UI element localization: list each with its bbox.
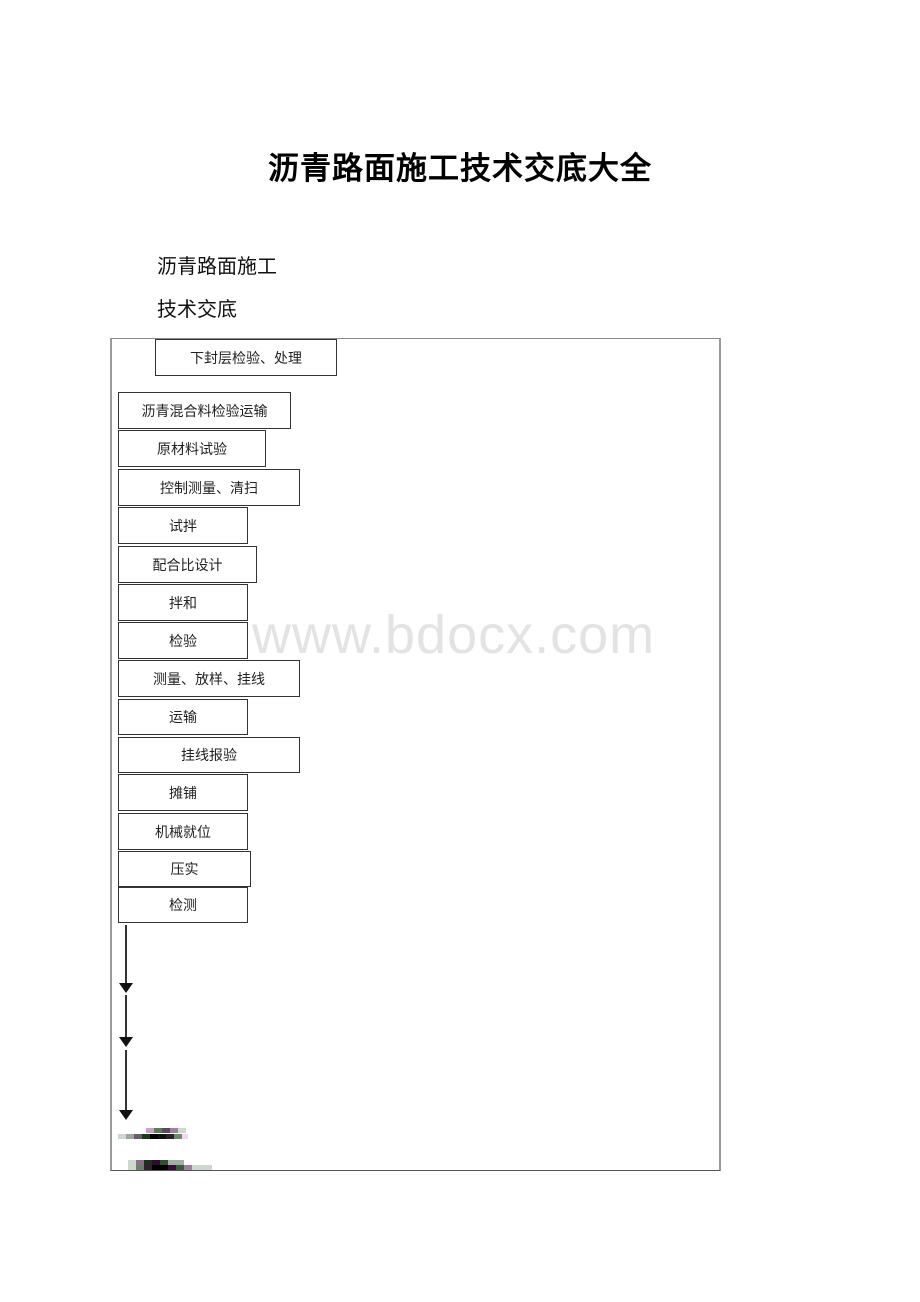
flow-step: 试拌 (118, 507, 248, 544)
flow-step: 原材料试验 (118, 430, 266, 467)
image-artifact (118, 1134, 188, 1139)
down-arrow-icon (119, 995, 133, 1050)
flow-step: 拌和 (118, 584, 248, 621)
flow-step: 摊铺 (118, 774, 248, 811)
flow-step: 沥青混合料检验运输 (118, 392, 291, 429)
document-title: 沥青路面施工技术交底大全 (268, 151, 652, 187)
image-artifact (128, 1165, 212, 1170)
flow-step: 检测 (118, 887, 248, 923)
flow-step: 控制测量、清扫 (118, 469, 300, 506)
subtitle-line-2: 技术交底 (157, 297, 237, 321)
subtitle-line-1: 沥青路面施工 (157, 254, 277, 278)
flow-step: 测量、放样、挂线 (118, 660, 300, 697)
down-arrow-icon (119, 925, 133, 995)
flow-step: 配合比设计 (118, 546, 257, 583)
flow-step: 运输 (118, 699, 248, 735)
down-arrow-icon (119, 1050, 133, 1122)
flow-step: 机械就位 (118, 813, 248, 850)
flow-step: 挂线报验 (118, 737, 300, 773)
image-artifact (146, 1128, 186, 1133)
flow-step: 下封层检验、处理 (155, 339, 337, 376)
flow-step: 检验 (118, 622, 248, 659)
flow-step: 压实 (118, 851, 251, 887)
